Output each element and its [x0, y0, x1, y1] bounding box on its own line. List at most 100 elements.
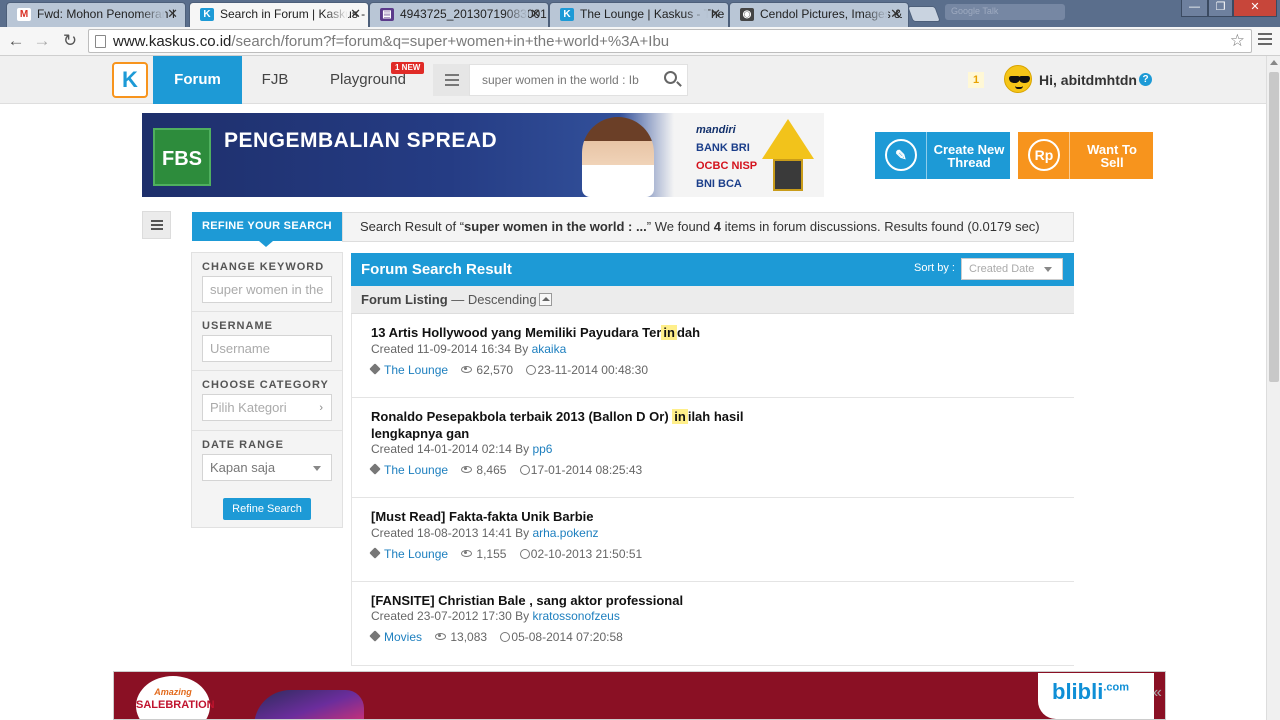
thread-title-link[interactable]: Ronaldo Pesepakbola terbaik 2013 (Ballon… — [371, 408, 771, 442]
minimize-button[interactable]: — — [1181, 0, 1208, 17]
category-link[interactable]: The Lounge — [384, 547, 448, 561]
views-icon — [461, 466, 473, 473]
author-link[interactable]: kratossonofzeus — [532, 609, 619, 623]
browser-tab[interactable]: K The Lounge | Kaskus - The ✕ — [549, 2, 729, 27]
tag-icon — [369, 547, 381, 559]
clock-icon — [519, 465, 530, 475]
fbs-banner-ad[interactable]: FBS PENGEMBALIAN SPREAD mandiri BANK BRI… — [142, 113, 824, 197]
thread-stats: Movies 13,083 05-08-2014 07:20:58 — [369, 630, 633, 644]
want-to-sell-button[interactable]: Rp Want To Sell — [1018, 132, 1153, 179]
close-tab-icon[interactable]: ✕ — [890, 6, 901, 22]
new-badge: 1 NEW — [391, 62, 425, 74]
list-menu-icon[interactable] — [142, 211, 171, 239]
collapse-ad-icon[interactable]: « — [1153, 684, 1162, 702]
banner-model-image — [582, 117, 654, 197]
forward-arrow-icon[interactable]: → — [31, 30, 53, 52]
close-tab-icon[interactable]: ✕ — [530, 6, 541, 22]
thread-stats: The Lounge 62,570 23-11-2014 00:48:30 — [369, 363, 658, 377]
bank-logos: mandiri BANK BRI OCBC NISP BNI BCA — [696, 124, 758, 190]
thread-title-link[interactable]: [Must Read] Fakta-fakta Unik Barbie — [371, 508, 771, 525]
header-search-input[interactable]: super women in the world : Ib — [469, 64, 688, 96]
hidden-tab-label: Google Talk — [945, 4, 1065, 20]
date-range-select[interactable]: Kapan saja — [202, 454, 332, 481]
search-icon[interactable] — [664, 71, 677, 84]
browser-tab[interactable]: ◉ Cendol Pictures, Images & ✕ — [729, 2, 909, 27]
sort-select[interactable]: Created Date — [961, 258, 1063, 280]
notification-count[interactable]: 1 — [968, 72, 984, 88]
nav-fjb[interactable]: FJB — [254, 56, 296, 104]
back-arrow-icon[interactable]: ← — [5, 30, 27, 52]
author-link[interactable]: akaika — [532, 342, 567, 356]
rupiah-icon: Rp — [1028, 139, 1060, 171]
thread-stats: The Lounge 8,465 17-01-2014 08:25:43 — [369, 463, 652, 477]
create-new-thread-button[interactable]: ✎ Create New Thread — [875, 132, 1010, 179]
help-icon[interactable]: ? — [1139, 73, 1152, 86]
tag-icon — [369, 363, 381, 375]
browser-tab[interactable]: M Fwd: Mohon Penomeran I ✕ — [6, 2, 186, 27]
last-post-time: 17-01-2014 08:25:43 — [530, 463, 643, 477]
maximize-button[interactable]: ❐ — [1208, 0, 1233, 17]
thread-title-link[interactable]: [FANSITE] Christian Bale , sang aktor pr… — [371, 592, 791, 609]
category-link[interactable]: The Lounge — [384, 363, 448, 377]
url-path: /search/forum?f=forum&q=super+women+in+t… — [231, 33, 670, 50]
clock-icon — [526, 365, 537, 375]
chrome-menu-icon[interactable] — [1258, 33, 1272, 48]
sort-label: Sort by : — [914, 262, 955, 274]
category-list-icon[interactable] — [433, 64, 469, 96]
result-item: [Must Read] Fakta-fakta Unik Barbie Crea… — [351, 498, 1074, 582]
camera-icon: ◉ — [740, 8, 754, 21]
author-link[interactable]: arha.pokenz — [532, 526, 598, 540]
address-bar[interactable]: www.kaskus.co.id/search/forum?f=forum&q=… — [88, 29, 1252, 53]
page-scrollbar[interactable] — [1266, 56, 1280, 720]
pencil-icon: ✎ — [885, 139, 917, 171]
close-tab-icon[interactable]: ✕ — [350, 6, 361, 22]
author-link[interactable]: pp6 — [532, 442, 552, 456]
keyword-input[interactable]: super women in the — [202, 276, 332, 303]
fbs-logo: FBS — [153, 128, 211, 186]
blibli-bottom-ad[interactable]: Amazing SALEBRATION blibli.com — [113, 671, 1166, 720]
scroll-up-icon[interactable] — [1270, 60, 1278, 65]
gmail-icon: M — [17, 8, 31, 21]
page-icon — [95, 35, 106, 48]
category-label: CHOOSE CATEGORY — [202, 379, 329, 391]
tag-icon — [369, 463, 381, 475]
keyword-label: CHANGE KEYWORD — [202, 261, 325, 273]
chevron-down-icon — [1044, 267, 1052, 272]
image-icon: ▤ — [380, 8, 394, 21]
close-tab-icon[interactable]: ✕ — [167, 6, 178, 22]
close-window-button[interactable]: ✕ — [1233, 0, 1277, 17]
views-icon — [435, 633, 447, 640]
kaskus-logo[interactable]: K — [112, 62, 148, 98]
new-tab-button[interactable] — [907, 6, 941, 22]
scrollbar-thumb[interactable] — [1269, 72, 1279, 382]
kaskus-favicon-icon: K — [560, 8, 574, 21]
user-greeting[interactable]: Hi, abitdmhtdn — [1039, 72, 1137, 88]
salebration-badge: Amazing SALEBRATION — [136, 676, 215, 719]
reload-icon[interactable]: ↻ — [59, 30, 81, 52]
nav-forum[interactable]: Forum — [153, 56, 242, 104]
collapse-toggle-icon[interactable] — [539, 293, 552, 306]
category-link[interactable]: The Lounge — [384, 463, 448, 477]
last-post-time: 02-10-2013 21:50:51 — [530, 547, 643, 561]
thread-title-link[interactable]: 13 Artis Hollywood yang Memiliki Payudar… — [371, 324, 771, 341]
refine-search-tab[interactable]: REFINE YOUR SEARCH — [192, 212, 342, 247]
username-input[interactable]: Username — [202, 335, 332, 362]
shoe-image — [254, 690, 364, 719]
bookmark-star-icon[interactable]: ☆ — [1230, 31, 1245, 51]
results-title: Forum Search Result — [361, 261, 512, 278]
result-item: Ronaldo Pesepakbola terbaik 2013 (Ballon… — [351, 398, 1074, 498]
category-link[interactable]: Movies — [384, 630, 422, 644]
category-select[interactable]: Pilih Kategori › — [202, 394, 332, 421]
tag-icon — [369, 630, 381, 642]
refine-sidebar: CHANGE KEYWORD super women in the USERNA… — [191, 252, 343, 528]
summary-count: 4 — [713, 219, 721, 234]
blibli-logo: blibli.com — [1038, 673, 1154, 719]
refine-search-button[interactable]: Refine Search — [223, 498, 311, 520]
close-tab-icon[interactable]: ✕ — [710, 6, 721, 22]
avatar[interactable] — [1004, 65, 1032, 93]
browser-tab-strip: M Fwd: Mohon Penomeran I ✕ K Search in F… — [0, 0, 1280, 27]
browser-tab-active[interactable]: K Search in Forum | Kaskus - ✕ — [189, 2, 369, 27]
username-label: USERNAME — [202, 320, 273, 332]
browser-tab[interactable]: ▤ 4943725_20130719083001.j ✕ — [369, 2, 549, 27]
summary-query: super women in the world : ... — [464, 219, 647, 234]
